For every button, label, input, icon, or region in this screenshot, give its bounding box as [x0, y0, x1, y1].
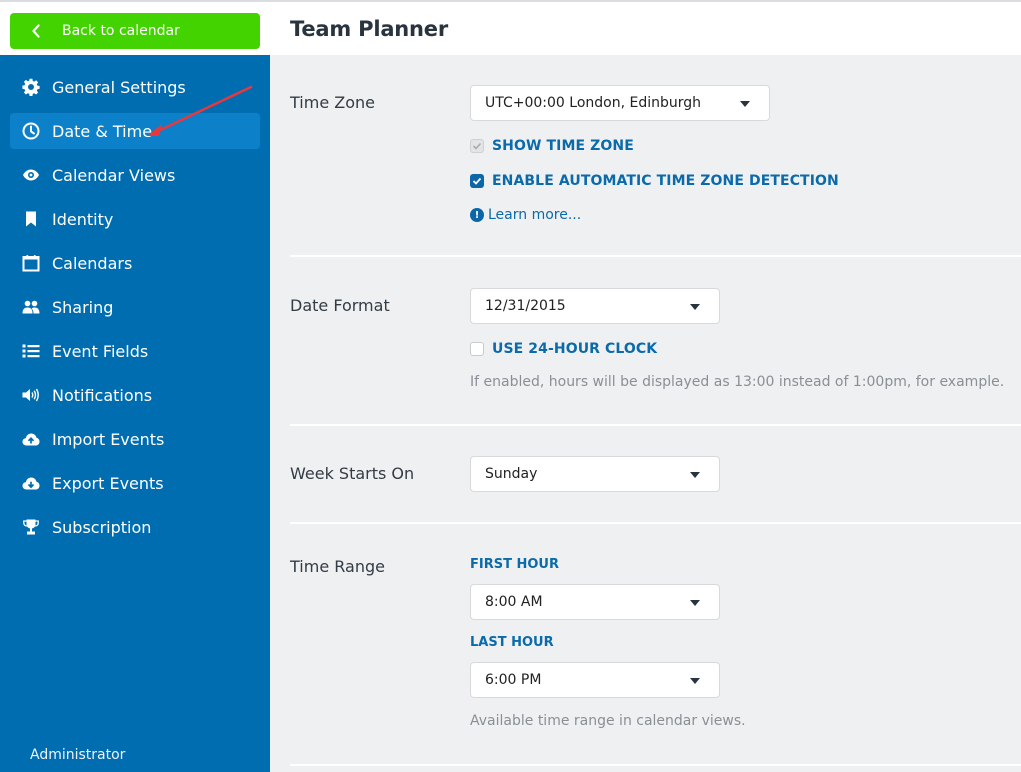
info-icon: !	[470, 208, 484, 222]
use-24-hour-checkbox[interactable]: USE 24-HOUR CLOCK	[470, 341, 657, 357]
learn-more-label: Learn more...	[488, 207, 582, 223]
checkbox-icon	[470, 139, 484, 153]
week-start-label: Week Starts On	[290, 464, 415, 483]
week-start-value: Sunday	[485, 466, 538, 482]
current-user[interactable]: Administrator	[30, 747, 125, 763]
first-hour-value: 8:00 AM	[485, 594, 543, 610]
bookmark-icon	[10, 211, 52, 227]
sidebar-item-export-events[interactable]: Export Events	[10, 465, 260, 501]
sidebar-item-event-fields[interactable]: Event Fields	[10, 333, 260, 369]
first-hour-label: FIRST HOUR	[470, 557, 559, 572]
users-icon	[10, 300, 52, 314]
date-format-select[interactable]: 12/31/2015	[470, 288, 720, 324]
show-time-zone-label: SHOW TIME ZONE	[492, 138, 634, 154]
gear-icon	[10, 78, 52, 96]
last-hour-label: LAST HOUR	[470, 635, 554, 650]
settings-panel: Time Zone UTC+00:00 London, Edinburgh SH…	[270, 55, 1021, 772]
caret-down-icon	[690, 304, 700, 310]
sidebar-item-identity[interactable]: Identity	[10, 201, 260, 237]
time-zone-select[interactable]: UTC+00:00 London, Edinburgh	[470, 85, 770, 121]
sidebar-item-label: Identity	[52, 209, 114, 229]
sidebar-item-subscription[interactable]: Subscription	[10, 509, 260, 545]
sidebar-item-label: Notifications	[52, 385, 153, 405]
sidebar-item-general-settings[interactable]: General Settings	[10, 69, 260, 105]
cloud-download-icon	[10, 477, 52, 490]
list-icon	[10, 344, 52, 358]
first-hour-select[interactable]: 8:00 AM	[470, 584, 720, 620]
sidebar: General Settings Date & Time Calendar Vi…	[0, 55, 270, 772]
sidebar-item-label: Event Fields	[52, 341, 149, 361]
section-divider	[290, 764, 1021, 766]
sidebar-item-notifications[interactable]: Notifications	[10, 377, 260, 413]
last-hour-value: 6:00 PM	[485, 672, 542, 688]
time-zone-label: Time Zone	[290, 93, 375, 112]
time-range-label: Time Range	[290, 557, 385, 576]
caret-down-icon	[690, 472, 700, 478]
sidebar-item-label: Sharing	[52, 297, 114, 317]
use-24-hour-label: USE 24-HOUR CLOCK	[492, 341, 658, 357]
calendar-icon	[10, 254, 52, 272]
learn-more-link[interactable]: ! Learn more...	[470, 207, 581, 223]
top-border	[0, 0, 1021, 2]
sidebar-item-date-time[interactable]: Date & Time	[10, 113, 260, 149]
time-zone-value: UTC+00:00 London, Edinburgh	[485, 95, 702, 111]
page-title: Team Planner	[290, 17, 449, 41]
back-to-calendar-button[interactable]: Back to calendar	[10, 13, 260, 49]
last-hour-select[interactable]: 6:00 PM	[470, 662, 720, 698]
back-to-calendar-label: Back to calendar	[62, 23, 180, 39]
date-format-value: 12/31/2015	[485, 298, 566, 314]
sidebar-item-label: Calendars	[52, 253, 133, 273]
checkbox-checked-icon	[470, 174, 484, 188]
eye-icon	[10, 169, 52, 181]
chevron-left-icon	[10, 24, 62, 38]
caret-down-icon	[690, 678, 700, 684]
date-format-label: Date Format	[290, 296, 390, 315]
checkbox-unchecked-icon	[470, 342, 484, 356]
sidebar-item-sharing[interactable]: Sharing	[10, 289, 260, 325]
week-start-select[interactable]: Sunday	[470, 456, 720, 492]
sidebar-item-import-events[interactable]: Import Events	[10, 421, 260, 457]
show-time-zone-checkbox[interactable]: SHOW TIME ZONE	[470, 138, 634, 154]
section-divider	[290, 522, 1021, 524]
sidebar-item-calendars[interactable]: Calendars	[10, 245, 260, 281]
caret-down-icon	[690, 600, 700, 606]
sidebar-item-label: Date & Time	[52, 121, 153, 141]
date-format-help: If enabled, hours will be displayed as 1…	[470, 374, 1005, 390]
back-area: Back to calendar	[0, 2, 270, 55]
sidebar-item-label: Export Events	[52, 473, 164, 493]
volume-icon	[10, 388, 52, 402]
sidebar-item-label: Subscription	[52, 517, 152, 537]
auto-time-zone-checkbox[interactable]: ENABLE AUTOMATIC TIME ZONE DETECTION	[470, 173, 839, 189]
cloud-upload-icon	[10, 433, 52, 446]
sidebar-item-label: General Settings	[52, 77, 186, 97]
header: Team Planner	[270, 2, 1021, 55]
section-divider	[290, 424, 1021, 426]
sidebar-item-label: Import Events	[52, 429, 165, 449]
auto-time-zone-label: ENABLE AUTOMATIC TIME ZONE DETECTION	[492, 173, 839, 189]
sidebar-item-calendar-views[interactable]: Calendar Views	[10, 157, 260, 193]
clock-icon	[10, 122, 52, 140]
caret-down-icon	[740, 101, 750, 107]
section-divider	[290, 255, 1021, 257]
sidebar-item-label: Calendar Views	[52, 165, 176, 185]
trophy-icon	[10, 519, 52, 535]
time-range-help: Available time range in calendar views.	[470, 713, 746, 729]
